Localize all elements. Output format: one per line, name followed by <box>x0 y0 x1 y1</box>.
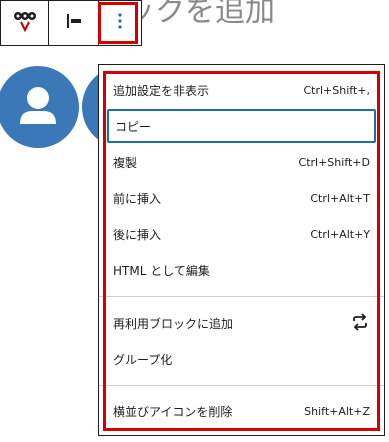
background-page-title: ックを追加 <box>125 0 275 29</box>
align-button[interactable] <box>49 1 99 45</box>
block-options-menu: 追加設定を非表示 Ctrl+Shift+, コピー 複製 Ctrl+Shift+… <box>98 64 385 436</box>
options-button-highlight <box>98 2 138 44</box>
menu-highlight-frame <box>103 71 380 431</box>
block-type-icon <box>13 10 37 36</box>
align-left-icon <box>64 11 84 35</box>
block-type-button[interactable] <box>1 1 49 45</box>
avatar-left <box>0 66 79 148</box>
